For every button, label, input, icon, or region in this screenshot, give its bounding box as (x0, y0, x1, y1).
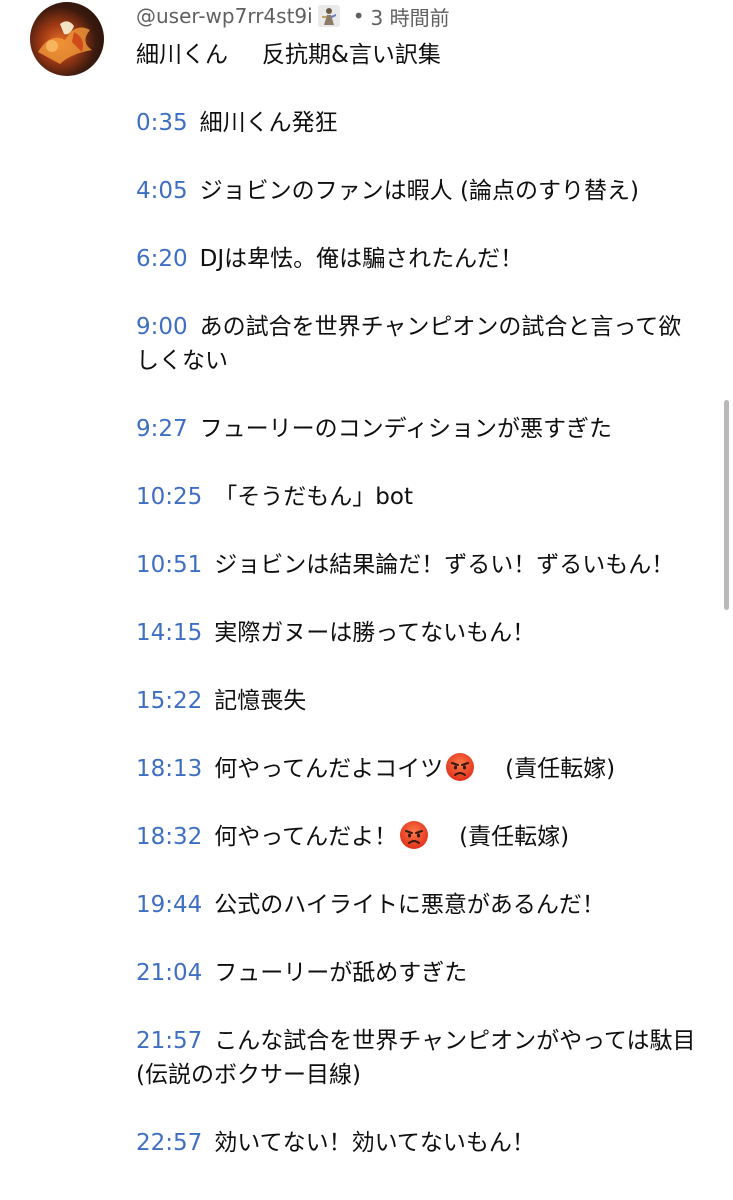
timestamp-entry: 14:15 実際ガヌーは勝ってないもん！ (136, 616, 696, 650)
timestamp-link[interactable]: 10:25 (136, 484, 202, 510)
timestamp-link[interactable]: 21:57 (136, 1028, 202, 1054)
entry-text: 何やってんだよコイツ (214, 756, 444, 782)
timestamp-link[interactable]: 22:57 (136, 1130, 202, 1156)
avatar[interactable] (30, 2, 104, 76)
timestamp-entry: 19:44 公式のハイライトに悪意があるんだ！ (136, 888, 696, 922)
angry-face-icon (399, 820, 429, 850)
comment-body: 細川くん 反抗期&言い訳集 0:35 細川くん発狂 4:05 ジョビンのファンは暇人 (… (136, 38, 696, 1194)
timestamp-entry: 4:05 ジョビンのファンは暇人 (論点のすり替え) (136, 174, 696, 208)
entry-text: 「そうだもん」bot (214, 484, 413, 510)
timestamp-entry: 15:22 記憶喪失 (136, 684, 696, 718)
comment-header: @user-wp7rr4st9i • 3 時間前 (136, 2, 450, 30)
title-right: 反抗期&言い訳集 (262, 42, 441, 68)
comment-title: 細川くん 反抗期&言い訳集 (136, 38, 696, 72)
timestamp-link[interactable]: 15:22 (136, 688, 202, 714)
scrollbar[interactable] (724, 400, 729, 610)
entry-text: 記憶喪失 (214, 688, 307, 714)
timestamp-entry: 21:04 フューリーが舐めすぎた (136, 956, 696, 990)
timestamp-link[interactable]: 21:04 (136, 960, 202, 986)
timestamp-entry: 18:32 何やってんだよ！ (責任転嫁) (136, 820, 696, 854)
entry-text: ジョビンは結果論だ！ずるい！ずるいもん！ (214, 552, 675, 578)
member-badge-icon (317, 4, 341, 28)
timestamp-entry: 21:57 こんな試合を世界チャンピオンがやっては駄目 (伝説のボクサー目線) (136, 1024, 696, 1092)
entry-text: ジョビンのファンは暇人 (論点のすり替え) (199, 178, 639, 204)
entry-text: フューリーのコンディションが悪すぎた (199, 416, 613, 442)
timestamp-link[interactable]: 6:20 (136, 246, 188, 272)
entry-suffix: (責任転嫁) (505, 756, 616, 782)
entry-text: 効いてない！効いてないもん！ (214, 1130, 535, 1156)
entry-text: こんな試合を世界チャンピオンがやっては駄目 (伝説のボクサー目線) (136, 1028, 696, 1088)
timestamp-link[interactable]: 9:00 (136, 314, 188, 340)
entry-text: 何やってんだよ！ (214, 824, 398, 850)
comment-timestamp[interactable]: 3 時間前 (371, 2, 450, 31)
comment-thread: @user-wp7rr4st9i • 3 時間前 細川くん 反抗期&言い訳集 0:… (0, 0, 733, 1200)
timestamp-list: 0:35 細川くん発狂 4:05 ジョビンのファンは暇人 (論点のすり替え) 6:20 D… (136, 106, 696, 1160)
timestamp-entry: 6:20 DJは卑怯。俺は騙されたんだ！ (136, 242, 696, 276)
entry-text: 細川くん発狂 (199, 110, 338, 136)
meta-separator: • (352, 4, 365, 28)
angry-face-icon (445, 752, 475, 782)
timestamp-link[interactable]: 9:27 (136, 416, 188, 442)
entry-text: 実際ガヌーは勝ってないもん！ (214, 620, 536, 646)
timestamp-entry: 9:27 フューリーのコンディションが悪すぎた (136, 412, 696, 446)
timestamp-entry: 10:51 ジョビンは結果論だ！ずるい！ずるいもん！ (136, 548, 696, 582)
avatar-image (38, 21, 92, 65)
timestamp-link[interactable]: 19:44 (136, 892, 202, 918)
entry-text: あの試合を世界チャンピオンの試合と言って欲しくない (136, 314, 682, 374)
entry-text: DJは卑怯。俺は騙されたんだ！ (199, 246, 524, 272)
timestamp-link[interactable]: 18:32 (136, 824, 202, 850)
timestamp-link[interactable]: 18:13 (136, 756, 202, 782)
timestamp-entry: 9:00 あの試合を世界チャンピオンの試合と言って欲しくない (136, 310, 696, 378)
timestamp-link[interactable]: 10:51 (136, 552, 202, 578)
timestamp-entry: 10:25 「そうだもん」bot (136, 480, 696, 514)
entry-text: フューリーが舐めすぎた (214, 960, 468, 986)
entry-text: 公式のハイライトに悪意があるんだ！ (214, 892, 605, 918)
timestamp-entry: 18:13 何やってんだよコイツ (責任転嫁) (136, 752, 696, 786)
timestamp-link[interactable]: 4:05 (136, 178, 188, 204)
timestamp-link[interactable]: 0:35 (136, 110, 188, 136)
timestamp-link[interactable]: 14:15 (136, 620, 202, 646)
entry-suffix: (責任転嫁) (459, 824, 570, 850)
timestamp-entry: 22:57 効いてない！効いてないもん！ (136, 1126, 696, 1160)
author-handle[interactable]: @user-wp7rr4st9i (136, 4, 313, 28)
timestamp-entry: 0:35 細川くん発狂 (136, 106, 696, 140)
title-left: 細川くん (136, 42, 228, 68)
